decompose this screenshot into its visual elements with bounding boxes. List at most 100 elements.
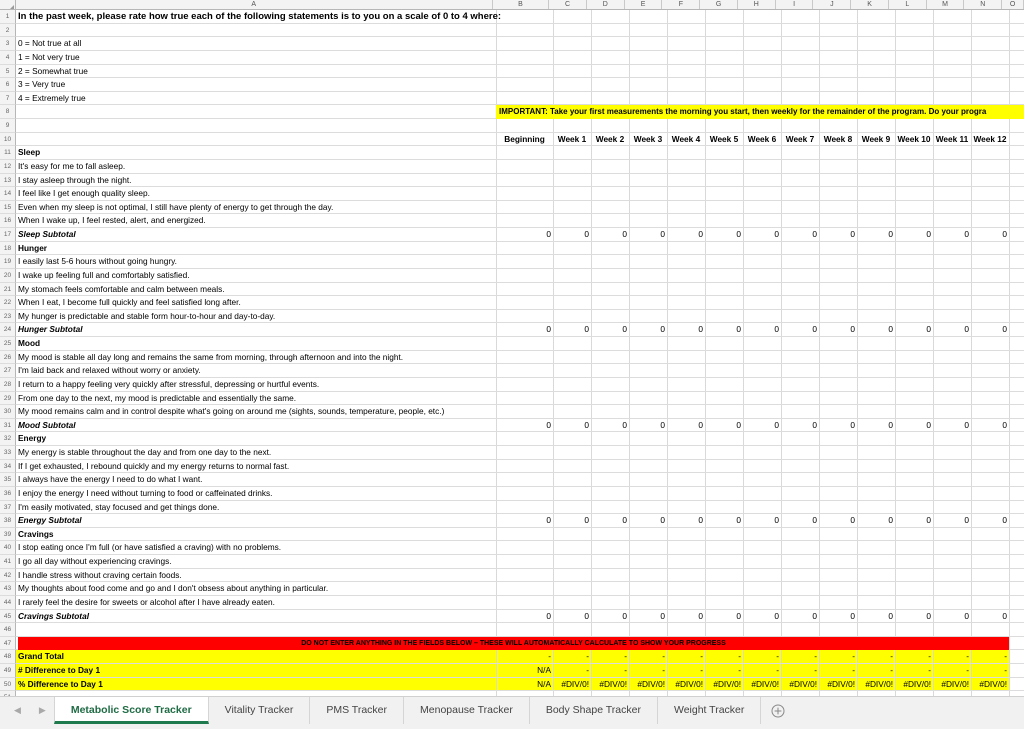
- cell-label[interactable]: Sleep: [16, 146, 496, 160]
- column-header-j[interactable]: J: [813, 0, 852, 9]
- cell-label[interactable]: I go all day without experiencing cravin…: [16, 555, 496, 569]
- cell-value[interactable]: 0: [705, 323, 743, 337]
- cell-value[interactable]: -: [553, 650, 591, 664]
- row-header-1[interactable]: 1: [0, 10, 16, 24]
- cell-value[interactable]: Week 11: [933, 133, 971, 147]
- column-header-i[interactable]: I: [775, 0, 814, 9]
- column-header-a[interactable]: A: [15, 0, 493, 9]
- cell-value[interactable]: #DIV/0!: [895, 678, 933, 692]
- cell-label[interactable]: I easily last 5-6 hours without going hu…: [16, 255, 496, 269]
- cell-label[interactable]: If I get exhausted, I rebound quickly an…: [16, 460, 496, 474]
- cell-value[interactable]: -: [629, 650, 667, 664]
- cell-value[interactable]: -: [705, 664, 743, 678]
- row-header-42[interactable]: 42: [0, 568, 16, 583]
- column-header-d[interactable]: D: [586, 0, 625, 9]
- cell-value[interactable]: 0: [591, 610, 629, 624]
- cell-value[interactable]: #DIV/0!: [819, 678, 857, 692]
- cell-label[interactable]: Hunger Subtotal: [16, 323, 496, 337]
- row-header-27[interactable]: 27: [0, 364, 16, 378]
- cell-value[interactable]: #DIV/0!: [591, 678, 629, 692]
- cell-value[interactable]: 0: [743, 228, 781, 242]
- cell-value[interactable]: 0: [743, 610, 781, 624]
- cell-value[interactable]: #DIV/0!: [933, 678, 971, 692]
- column-header-h[interactable]: H: [737, 0, 776, 9]
- row-header-43[interactable]: 43: [0, 582, 16, 596]
- cell-label[interactable]: Sleep Subtotal: [16, 228, 496, 242]
- column-header-e[interactable]: E: [624, 0, 663, 9]
- cell-value[interactable]: 0: [629, 514, 667, 528]
- cell-label[interactable]: I handle stress without craving certain …: [16, 569, 496, 583]
- column-header-f[interactable]: F: [662, 0, 701, 9]
- cell-value[interactable]: -: [857, 664, 895, 678]
- cell-value[interactable]: -: [971, 650, 1009, 664]
- cell-label[interactable]: I return to a happy feeling very quickly…: [16, 378, 496, 392]
- cell-value[interactable]: 0: [667, 228, 705, 242]
- row-header-33[interactable]: 33: [0, 446, 16, 460]
- cell-value[interactable]: 0: [667, 514, 705, 528]
- cell-value[interactable]: Week 1: [553, 133, 591, 147]
- row-header-24[interactable]: 24: [0, 323, 16, 337]
- cell-value[interactable]: 0: [591, 228, 629, 242]
- cell-value[interactable]: -: [629, 664, 667, 678]
- cell-value[interactable]: 0: [819, 419, 857, 433]
- cell-label[interactable]: I rarely feel the desire for sweets or a…: [16, 596, 496, 610]
- cell-label[interactable]: Mood: [16, 337, 496, 351]
- cell-value[interactable]: Week 5: [705, 133, 743, 147]
- cell-label[interactable]: 4 = Extremely true: [16, 92, 496, 106]
- cell-value[interactable]: #DIV/0!: [667, 678, 705, 692]
- cell-value[interactable]: 0: [496, 610, 553, 624]
- row-header-37[interactable]: 37: [0, 500, 16, 515]
- cell-label[interactable]: My energy is stable throughout the day a…: [16, 446, 496, 460]
- cell-value[interactable]: 0: [781, 610, 819, 624]
- cell-label[interactable]: I enjoy the energy I need without turnin…: [16, 487, 496, 501]
- select-all-corner[interactable]: [0, 0, 16, 9]
- cell-value[interactable]: 0: [819, 323, 857, 337]
- row-header-28[interactable]: 28: [0, 377, 16, 392]
- row-header-35[interactable]: 35: [0, 473, 16, 487]
- sheet-tab-weight-tracker[interactable]: Weight Tracker: [657, 697, 762, 724]
- row-header-22[interactable]: 22: [0, 296, 16, 310]
- cell-label[interactable]: My stomach feels comfortable and calm be…: [16, 283, 496, 297]
- row-header-32[interactable]: 32: [0, 432, 16, 446]
- cell-value[interactable]: 0: [857, 514, 895, 528]
- row-header-18[interactable]: 18: [0, 241, 16, 256]
- row-header-13[interactable]: 13: [0, 173, 16, 188]
- cell-value[interactable]: Beginning: [496, 133, 553, 147]
- cell-label[interactable]: 3 = Very true: [16, 78, 496, 92]
- row-header-50[interactable]: 50: [0, 677, 16, 692]
- row-header-6[interactable]: 6: [0, 78, 16, 92]
- cell-label[interactable]: I'm laid back and relaxed without worry …: [16, 364, 496, 378]
- row-header-29[interactable]: 29: [0, 391, 16, 406]
- cell-value[interactable]: 0: [933, 514, 971, 528]
- row-header-38[interactable]: 38: [0, 514, 16, 528]
- cell-value[interactable]: -: [933, 664, 971, 678]
- cell-value[interactable]: N/A: [496, 678, 553, 692]
- cell-label[interactable]: When I eat, I become full quickly and fe…: [16, 296, 496, 310]
- cell-label[interactable]: When I wake up, I feel rested, alert, an…: [16, 214, 496, 228]
- cell-label[interactable]: Cravings: [16, 528, 496, 542]
- cell-value[interactable]: 0: [629, 323, 667, 337]
- row-header-7[interactable]: 7: [0, 91, 16, 106]
- cell-value[interactable]: 0: [705, 228, 743, 242]
- cell-value[interactable]: 0: [591, 419, 629, 433]
- row-header-26[interactable]: 26: [0, 350, 16, 365]
- row-header-9[interactable]: 9: [0, 119, 16, 133]
- row-header-25[interactable]: 25: [0, 337, 16, 351]
- cell-value[interactable]: #DIV/0!: [705, 678, 743, 692]
- cell-value[interactable]: -: [553, 664, 591, 678]
- row-header-34[interactable]: 34: [0, 459, 16, 474]
- cell-value[interactable]: 0: [496, 323, 553, 337]
- cell-value[interactable]: #DIV/0!: [629, 678, 667, 692]
- cell-value[interactable]: -: [781, 650, 819, 664]
- cell-value[interactable]: 0: [743, 514, 781, 528]
- cell-label[interactable]: I stop eating once I'm full (or have sat…: [16, 541, 496, 555]
- cell-value[interactable]: 0: [857, 228, 895, 242]
- row-header-2[interactable]: 2: [0, 23, 16, 38]
- cell-label[interactable]: Even when my sleep is not optimal, I sti…: [16, 201, 496, 215]
- cell-value[interactable]: 0: [553, 514, 591, 528]
- cell-value[interactable]: Week 9: [857, 133, 895, 147]
- cell-value[interactable]: 0: [591, 514, 629, 528]
- cell-value[interactable]: 0: [781, 323, 819, 337]
- row-header-15[interactable]: 15: [0, 200, 16, 215]
- cell-value[interactable]: 0: [895, 323, 933, 337]
